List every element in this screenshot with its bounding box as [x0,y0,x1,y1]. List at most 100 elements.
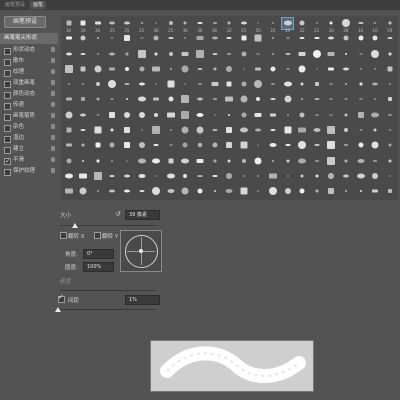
brush-tip-cell[interactable]: 36 [209,18,220,33]
brush-tip-cell[interactable] [151,171,162,182]
lock-icon[interactable] [51,58,55,63]
brush-tip-cell[interactable] [92,125,103,136]
brush-tip-cell[interactable] [78,79,89,90]
brush-tip-cell[interactable] [326,156,337,167]
checkbox[interactable] [4,80,11,88]
brush-tip-cell[interactable] [63,156,74,167]
brush-tip-cell[interactable] [194,186,205,197]
brush-tip-cell[interactable] [355,64,366,75]
brush-tip-cell[interactable] [238,64,249,75]
brush-tip-cell[interactable] [297,140,308,151]
brush-tip-cell[interactable] [136,79,147,90]
brush-tip-cell[interactable] [326,140,337,151]
brush-tip-cell[interactable] [297,95,308,106]
brush-tip-cell[interactable] [92,171,103,182]
brush-tip-cell[interactable] [297,64,308,75]
brush-tip-cell[interactable] [136,171,147,182]
brush-tip-cell[interactable] [282,186,293,197]
brush-tip-cell[interactable] [224,125,235,136]
brush-tip-cell[interactable] [92,79,103,90]
brush-tip-cell[interactable] [370,140,381,151]
brush-tip-cell[interactable] [121,156,132,167]
brush-tip-cell[interactable] [238,95,249,106]
brush-tip-cell[interactable] [370,49,381,60]
brush-tip-cell[interactable] [136,186,147,197]
brush-tip-cell[interactable] [151,140,162,151]
brush-tip-cell[interactable] [121,171,132,182]
brush-tip-cell[interactable] [63,186,74,197]
brush-tip-cell[interactable] [180,64,191,75]
checkbox[interactable] [4,113,11,121]
brush-tip-cell[interactable] [282,79,293,90]
brush-tip-cell[interactable] [340,186,351,197]
lock-icon[interactable] [51,102,55,107]
settings-item[interactable]: 湿边 [0,133,58,144]
brush-tip-cell[interactable] [194,125,205,136]
brush-tip-cell[interactable]: 32 [297,18,308,33]
brush-tip-cell[interactable] [297,125,308,136]
brush-tip-cell[interactable] [238,79,249,90]
brush-tip-cell[interactable] [78,95,89,106]
brush-tip-cell[interactable] [282,125,293,136]
brush-tip-cell[interactable] [253,156,264,167]
brush-tip-cell[interactable] [121,49,132,60]
brush-tip-cell[interactable] [92,64,103,75]
brush-tip-cell[interactable] [78,156,89,167]
brush-tip-cell[interactable] [238,186,249,197]
settings-item[interactable]: 双重画笔 [0,78,58,89]
brush-tip-cell[interactable] [340,156,351,167]
brush-tip-cell[interactable] [311,95,322,106]
brush-tip-cell[interactable] [384,33,395,44]
brush-tip-cell[interactable] [297,171,308,182]
brush-tip-cell[interactable] [165,64,176,75]
brush-tip-cell[interactable] [370,95,381,106]
brush-tip-cell[interactable] [326,186,337,197]
brush-tip-cell[interactable]: 59 [384,18,395,33]
brush-tip-cell[interactable] [224,186,235,197]
brush-tip-cell[interactable] [224,33,235,44]
brush-tip-cell[interactable]: 30 [78,18,89,33]
brush-tip-cell[interactable] [194,171,205,182]
lock-icon[interactable] [51,113,55,118]
brush-tip-cell[interactable] [311,186,322,197]
brush-tip-cell[interactable] [370,79,381,90]
brush-tip-cell[interactable] [107,110,118,121]
brush-tip-cell[interactable] [267,33,278,44]
brush-tip-cell[interactable] [63,64,74,75]
brush-tip-cell[interactable] [180,110,191,121]
size-slider-knob[interactable] [72,223,78,228]
brush-tip-cell[interactable] [107,171,118,182]
brush-tip-cell[interactable] [384,186,395,197]
brush-tip-cell[interactable] [63,171,74,182]
brush-tip-cell[interactable] [340,125,351,136]
lock-icon[interactable] [51,91,55,96]
brush-tip-cell[interactable] [136,110,147,121]
brush-tip-cell[interactable] [136,33,147,44]
brush-tip-cell[interactable] [384,79,395,90]
brush-tip-cell[interactable] [355,125,366,136]
brush-tip-cell[interactable] [107,64,118,75]
brush-tip-cell[interactable] [384,171,395,182]
brush-tip-cell[interactable] [326,79,337,90]
brush-tip-cell[interactable] [78,171,89,182]
checkbox[interactable] [4,69,11,77]
brush-tip-cell[interactable] [340,95,351,106]
brush-tip-cell[interactable] [78,140,89,151]
brush-tip-cell[interactable] [311,156,322,167]
lock-icon[interactable] [51,69,55,74]
brush-tip-grid[interactable]: 30 30 30 25 25 25 36 25 36 36 36 32 25 50 25 39 32 25 30 28… [61,16,398,200]
brush-tip-cell[interactable] [384,95,395,106]
brush-tip-cell[interactable] [340,64,351,75]
brush-tip-cell[interactable] [107,125,118,136]
brush-tip-cell[interactable] [78,110,89,121]
brush-tip-cell[interactable]: 25 [311,18,322,33]
lock-icon[interactable] [51,80,55,85]
brush-tip-cell[interactable] [224,64,235,75]
brush-tip-cell[interactable] [267,186,278,197]
brush-tip-cell[interactable] [107,49,118,60]
brush-tip-cell[interactable] [180,33,191,44]
brush-tip-cell[interactable] [253,186,264,197]
brush-tip-cell[interactable] [92,140,103,151]
brush-tip-cell[interactable] [194,49,205,60]
brush-tip-cell[interactable] [209,125,220,136]
